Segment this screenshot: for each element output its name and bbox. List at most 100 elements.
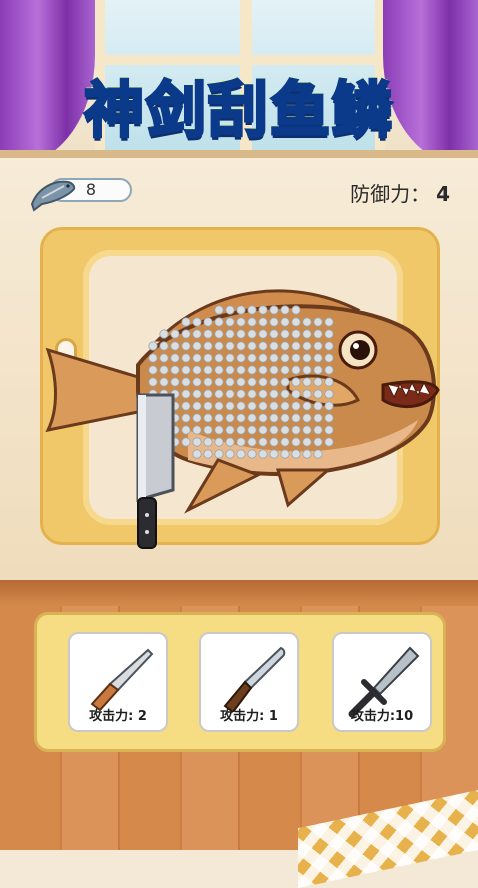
fish-scale[interactable] xyxy=(181,425,191,435)
fish-scale[interactable] xyxy=(324,401,334,411)
fish-scale[interactable] xyxy=(170,365,180,375)
fish-scale[interactable] xyxy=(302,425,312,435)
fish-scale[interactable] xyxy=(181,329,191,339)
fish-scale[interactable] xyxy=(258,317,268,327)
fish-scale[interactable] xyxy=(258,305,268,315)
weapon-card-kitchen-knife[interactable]: 攻击力: 1 xyxy=(199,632,299,732)
fish-scale[interactable] xyxy=(291,305,301,315)
fish-scale[interactable] xyxy=(291,449,301,459)
fish-scale[interactable] xyxy=(269,449,279,459)
fish-scale[interactable] xyxy=(258,377,268,387)
fish-scale[interactable] xyxy=(324,353,334,363)
fish-scale[interactable] xyxy=(324,341,334,351)
fish-scale[interactable] xyxy=(291,329,301,339)
fish-scale[interactable] xyxy=(203,353,213,363)
fish-scale[interactable] xyxy=(258,389,268,399)
fish-scale[interactable] xyxy=(313,437,323,447)
fish-scale[interactable] xyxy=(236,341,246,351)
fish-scale[interactable] xyxy=(291,437,301,447)
fish-scale[interactable] xyxy=(181,413,191,423)
fish-scale[interactable] xyxy=(269,341,279,351)
fish-scale[interactable] xyxy=(225,305,235,315)
fish-scale[interactable] xyxy=(203,413,213,423)
fish-scale[interactable] xyxy=(192,317,202,327)
fish-scale[interactable] xyxy=(302,437,312,447)
fish-scale[interactable] xyxy=(291,317,301,327)
fish-scale[interactable] xyxy=(192,437,202,447)
fish-scale[interactable] xyxy=(203,317,213,327)
fish-scale[interactable] xyxy=(258,401,268,411)
fish-scale[interactable] xyxy=(269,389,279,399)
fish-scale[interactable] xyxy=(302,329,312,339)
fish-scale[interactable] xyxy=(214,401,224,411)
fish-scale[interactable] xyxy=(269,425,279,435)
fish-scale[interactable] xyxy=(203,377,213,387)
fish-scale[interactable] xyxy=(181,341,191,351)
fish-scale[interactable] xyxy=(214,317,224,327)
fish-scale[interactable] xyxy=(159,365,169,375)
fish-scale[interactable] xyxy=(313,401,323,411)
fish-scale[interactable] xyxy=(170,353,180,363)
fish-scale[interactable] xyxy=(302,449,312,459)
fish-scale[interactable] xyxy=(192,401,202,411)
fish-scale[interactable] xyxy=(258,425,268,435)
fish-scale[interactable] xyxy=(159,341,169,351)
fish-scale[interactable] xyxy=(302,377,312,387)
fish-scale[interactable] xyxy=(313,449,323,459)
fish-scale[interactable] xyxy=(236,329,246,339)
fish-scale[interactable] xyxy=(148,341,158,351)
fish-scale[interactable] xyxy=(225,389,235,399)
fish-scale[interactable] xyxy=(192,329,202,339)
fish-scale[interactable] xyxy=(181,389,191,399)
fish-scale[interactable] xyxy=(214,365,224,375)
fish-scale[interactable] xyxy=(280,413,290,423)
fish-scale[interactable] xyxy=(247,389,257,399)
fish-scale[interactable] xyxy=(214,449,224,459)
fish-scale[interactable] xyxy=(247,317,257,327)
fish-scale[interactable] xyxy=(247,401,257,411)
fish-scale[interactable] xyxy=(324,425,334,435)
fish-scale[interactable] xyxy=(269,305,279,315)
fish-scale[interactable] xyxy=(192,413,202,423)
fish-scale[interactable] xyxy=(313,389,323,399)
fish-scale[interactable] xyxy=(225,341,235,351)
fish-scale[interactable] xyxy=(236,401,246,411)
fish-scale[interactable] xyxy=(313,377,323,387)
fish-scale[interactable] xyxy=(236,365,246,375)
fish-scale[interactable] xyxy=(236,425,246,435)
fish-scale[interactable] xyxy=(247,305,257,315)
fish-scale[interactable] xyxy=(269,317,279,327)
fish-scale[interactable] xyxy=(148,377,158,387)
fish-scale[interactable] xyxy=(258,413,268,423)
fish-scale[interactable] xyxy=(258,341,268,351)
fish-scale[interactable] xyxy=(236,353,246,363)
fish-scale[interactable] xyxy=(280,365,290,375)
fish-scale[interactable] xyxy=(159,329,169,339)
fish-scale[interactable] xyxy=(181,317,191,327)
fish-scale[interactable] xyxy=(280,305,290,315)
fish-scale[interactable] xyxy=(247,437,257,447)
fish-scale[interactable] xyxy=(269,329,279,339)
fish-scale[interactable] xyxy=(258,449,268,459)
fish-scale[interactable] xyxy=(236,449,246,459)
fish-scale[interactable] xyxy=(181,437,191,447)
fish-scale[interactable] xyxy=(258,329,268,339)
fish-scale[interactable] xyxy=(291,389,301,399)
fish-scale[interactable] xyxy=(236,389,246,399)
fish-scale[interactable] xyxy=(324,317,334,327)
fish-scale[interactable] xyxy=(192,425,202,435)
fish-scale[interactable] xyxy=(269,401,279,411)
fish-scale[interactable] xyxy=(302,317,312,327)
fish-scale[interactable] xyxy=(192,389,202,399)
fish-scale[interactable] xyxy=(280,353,290,363)
fish-scale[interactable] xyxy=(291,401,301,411)
fish-scale[interactable] xyxy=(159,377,169,387)
fish-scale[interactable] xyxy=(280,449,290,459)
fish-scale[interactable] xyxy=(225,401,235,411)
fish-scale[interactable] xyxy=(236,317,246,327)
weapon-card-small-knife[interactable]: 攻击力: 2 xyxy=(68,632,168,732)
fish-scale[interactable] xyxy=(148,353,158,363)
fish-scale[interactable] xyxy=(324,365,334,375)
fish-scale[interactable] xyxy=(203,401,213,411)
fish-scale[interactable] xyxy=(313,341,323,351)
